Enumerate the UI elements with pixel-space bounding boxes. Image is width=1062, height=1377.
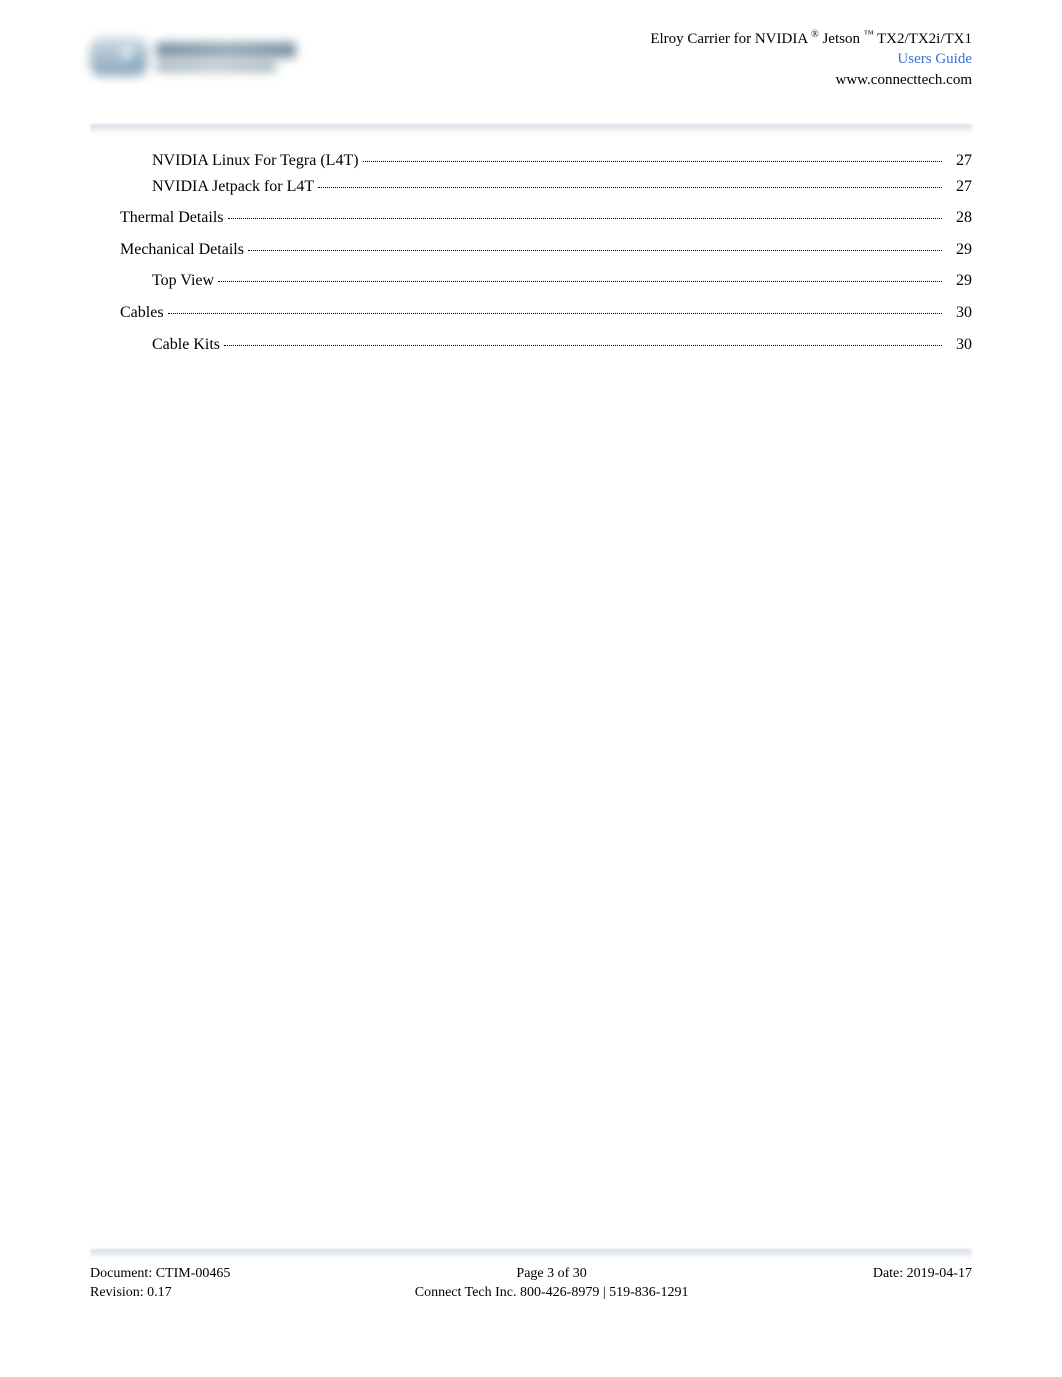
- toc-title: NVIDIA Jetpack for L4T: [152, 174, 314, 200]
- toc-page-number: 29: [944, 268, 972, 294]
- toc-row: Top View 29: [90, 268, 972, 294]
- toc-title: NVIDIA Linux For Tegra (L4T): [152, 148, 359, 174]
- toc-leader-dots: [228, 218, 942, 219]
- users-guide-label: Users Guide: [650, 49, 972, 69]
- footer-page: Page 3 of 30: [415, 1265, 689, 1284]
- toc-title: Cable Kits: [152, 332, 220, 358]
- document-title: Elroy Carrier for NVIDIA ® Jetson ™ TX2/…: [650, 28, 972, 49]
- footer-right: Date: 2019-04-17: [873, 1265, 972, 1284]
- toc-title: Thermal Details: [120, 205, 224, 231]
- footer-row: Document: CTIM-00465 Revision: 0.17 Page…: [90, 1265, 972, 1303]
- footer-document: Document: CTIM-00465: [90, 1265, 230, 1284]
- toc-leader-dots: [218, 281, 942, 282]
- toc-title: Cables: [120, 300, 164, 326]
- footer-center: Page 3 of 30 Connect Tech Inc. 800-426-8…: [415, 1265, 689, 1303]
- footer-revision: Revision: 0.17: [90, 1284, 230, 1303]
- toc-leader-dots: [318, 187, 942, 188]
- toc-title: Mechanical Details: [120, 237, 244, 263]
- page: Elroy Carrier for NVIDIA ® Jetson ™ TX2/…: [0, 0, 1062, 1377]
- toc-page-number: 28: [944, 205, 972, 231]
- footer-contact: Connect Tech Inc. 800-426-8979 | 519-836…: [415, 1284, 689, 1303]
- toc-page-number: 30: [944, 300, 972, 326]
- toc-leader-dots: [363, 161, 942, 162]
- company-logo: [90, 34, 305, 82]
- page-header: Elroy Carrier for NVIDIA ® Jetson ™ TX2/…: [90, 28, 972, 106]
- header-titles: Elroy Carrier for NVIDIA ® Jetson ™ TX2/…: [650, 28, 972, 90]
- toc-page-number: 29: [944, 237, 972, 263]
- title-part3: TX2/TX2i/TX1: [877, 31, 972, 47]
- footer-separator: [90, 1249, 972, 1259]
- toc-title: Top View: [152, 268, 214, 294]
- header-separator: [90, 124, 972, 134]
- title-part1: Elroy Carrier for NVIDIA: [650, 31, 807, 47]
- trademark-symbol: ™: [864, 29, 874, 40]
- toc-row: Thermal Details 28: [90, 205, 972, 231]
- table-of-contents: NVIDIA Linux For Tegra (L4T) 27NVIDIA Je…: [90, 148, 972, 357]
- page-footer: Document: CTIM-00465 Revision: 0.17 Page…: [90, 1249, 972, 1303]
- toc-row: Cables 30: [90, 300, 972, 326]
- toc-leader-dots: [248, 250, 942, 251]
- toc-page-number: 30: [944, 332, 972, 358]
- logo-text-placeholder: [156, 42, 296, 58]
- toc-row: Cable Kits 30: [90, 332, 972, 358]
- toc-row: NVIDIA Linux For Tegra (L4T) 27: [90, 148, 972, 174]
- footer-date: Date: 2019-04-17: [873, 1265, 972, 1284]
- toc-leader-dots: [224, 345, 942, 346]
- logo-dot-icon: [120, 46, 140, 66]
- toc-row: Mechanical Details 29: [90, 237, 972, 263]
- footer-left: Document: CTIM-00465 Revision: 0.17: [90, 1265, 230, 1303]
- toc-page-number: 27: [944, 174, 972, 200]
- toc-row: NVIDIA Jetpack for L4T 27: [90, 174, 972, 200]
- header-url: www.connecttech.com: [650, 70, 972, 90]
- title-part2: Jetson: [822, 31, 860, 47]
- logo-subtext-placeholder: [156, 62, 276, 72]
- registered-symbol: ®: [811, 29, 819, 40]
- toc-page-number: 27: [944, 148, 972, 174]
- toc-leader-dots: [168, 313, 942, 314]
